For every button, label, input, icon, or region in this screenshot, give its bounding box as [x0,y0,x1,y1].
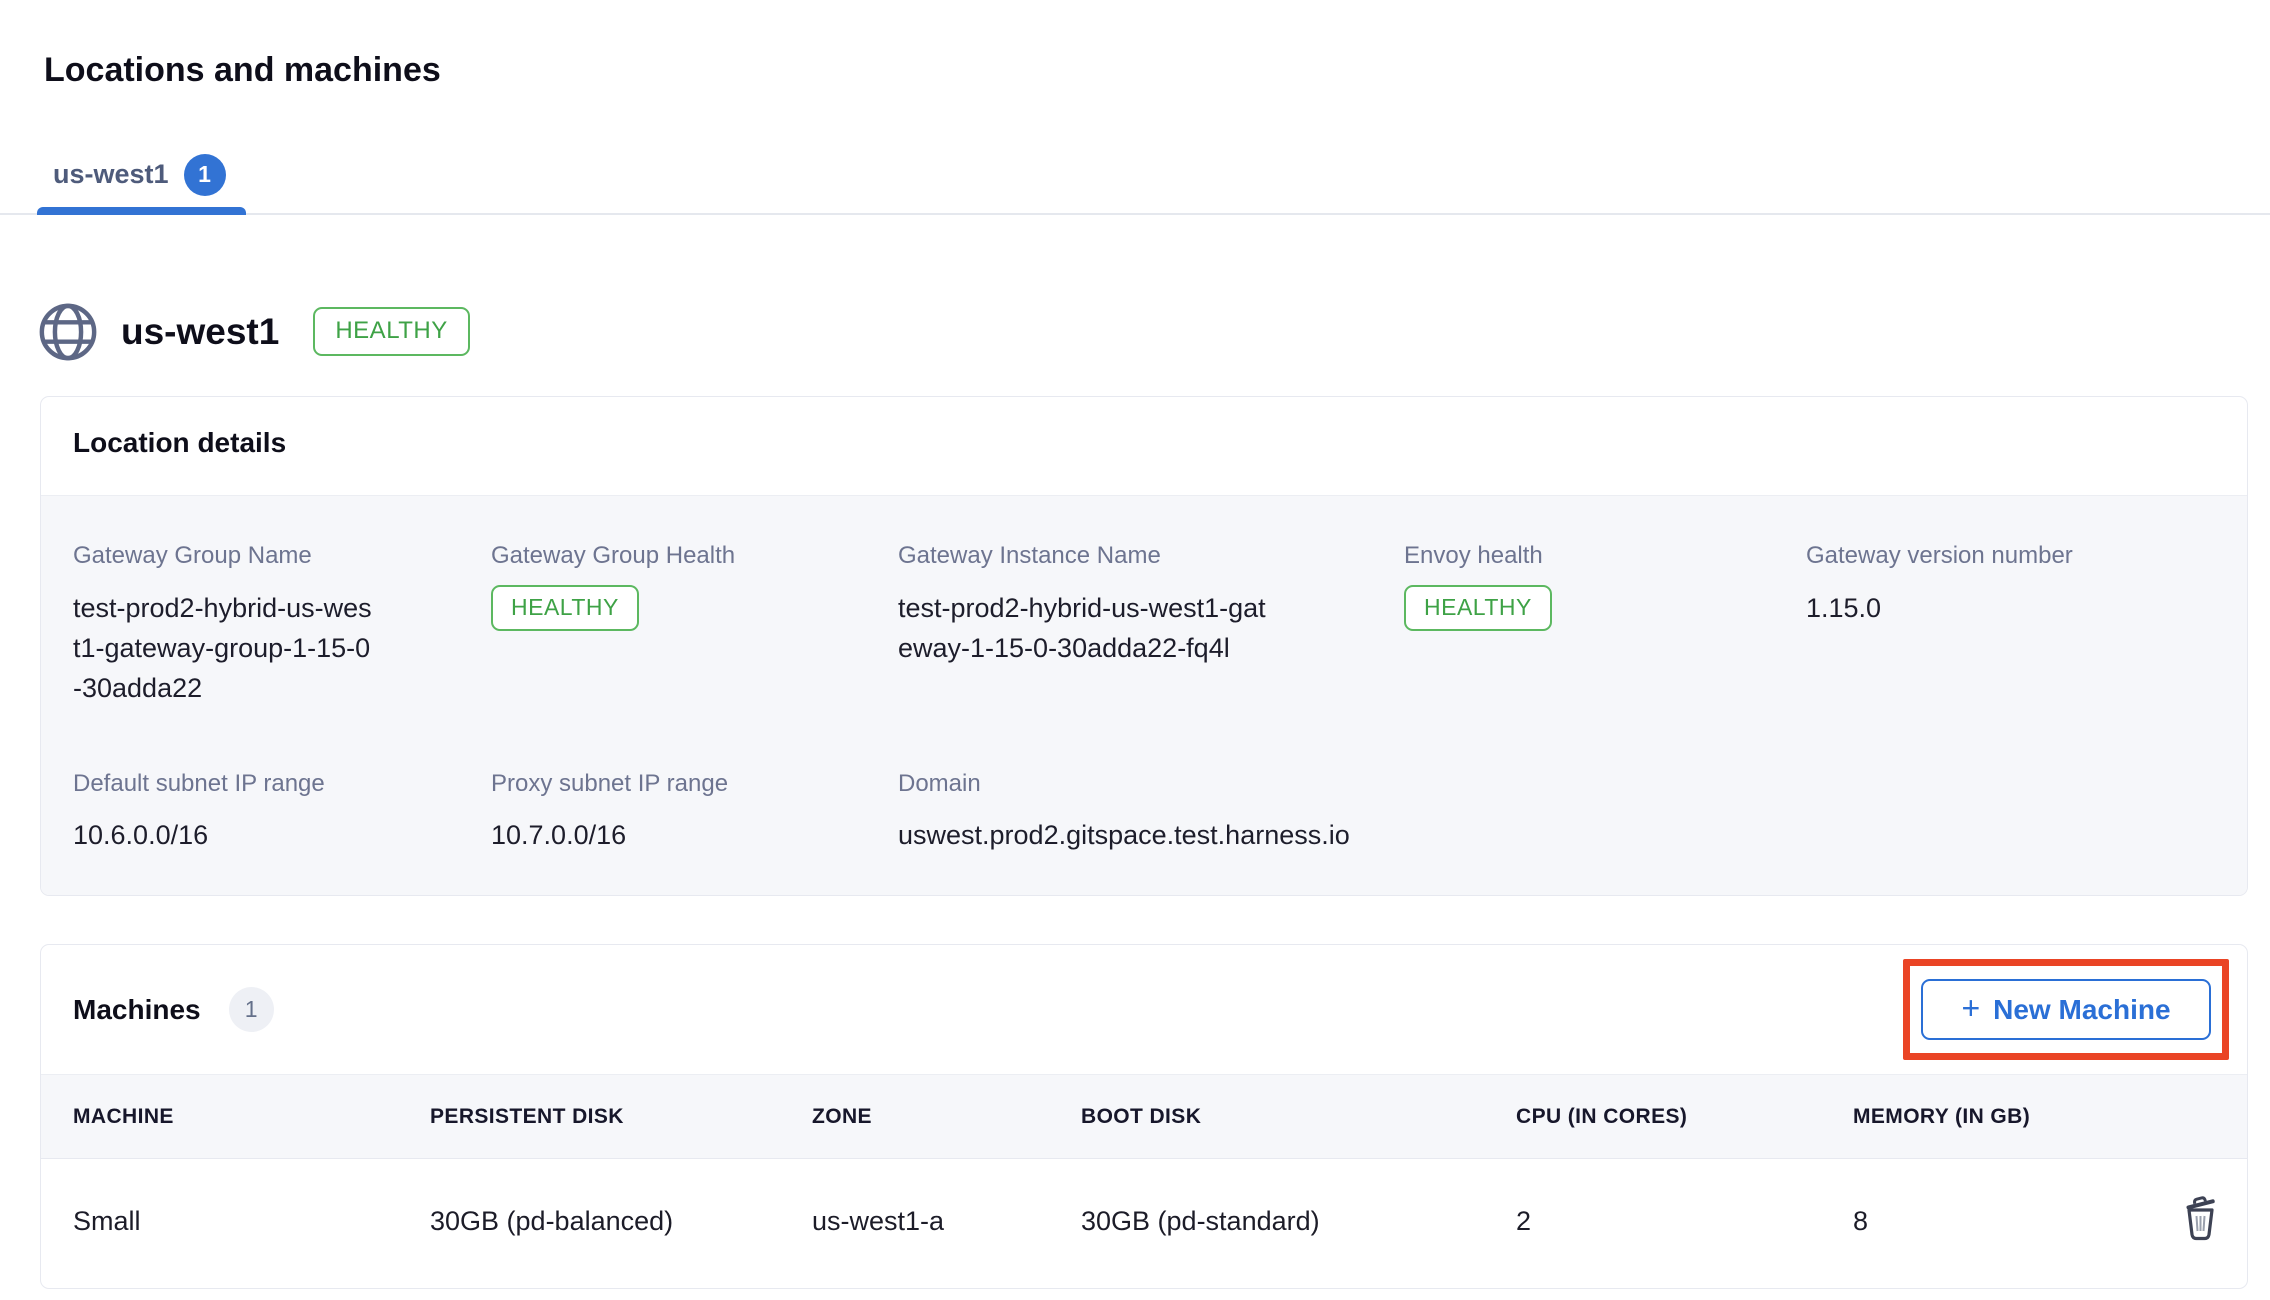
field-gateway-group-health: Gateway Group Health HEALTHY [491,542,898,708]
field-domain: Domain uswest.prod2.gitspace.test.harnes… [898,770,2215,856]
field-label: Gateway Group Name [73,542,491,571]
annotation-highlight: + New Machine [1903,959,2229,1060]
location-details-card: Location details Gateway Group Name test… [40,396,2248,897]
field-gateway-group-name: Gateway Group Name test-prod2-hybrid-us-… [73,542,491,708]
tab-us-west1[interactable]: us-west1 1 [37,154,246,213]
machines-count-badge: 1 [229,987,274,1032]
field-value: 10.7.0.0/16 [491,815,898,855]
envoy-health-badge: HEALTHY [1404,585,1552,631]
delete-machine-button[interactable] [2180,1195,2221,1241]
trash-icon [2180,1195,2221,1241]
machines-table: MACHINE PERSISTENT DISK ZONE BOOT DISK C… [41,1074,2247,1288]
machines-table-header-row: MACHINE PERSISTENT DISK ZONE BOOT DISK C… [41,1075,2247,1159]
column-header-cpu: CPU (IN CORES) [1516,1075,1853,1159]
field-value: 10.6.0.0/16 [73,815,491,855]
field-label: Gateway Instance Name [898,542,1404,571]
active-tab-indicator [37,207,246,215]
cell-zone: us-west1-a [812,1159,1081,1289]
field-default-subnet: Default subnet IP range 10.6.0.0/16 [73,770,491,856]
field-label: Default subnet IP range [73,770,491,799]
field-value: 1.15.0 [1806,588,2215,628]
field-proxy-subnet: Proxy subnet IP range 10.7.0.0/16 [491,770,898,856]
field-gateway-instance-name: Gateway Instance Name test-prod2-hybrid-… [898,542,1404,708]
field-label: Proxy subnet IP range [491,770,898,799]
field-value: test-prod2-hybrid-us-west1-gateway-1-15-… [898,588,1276,668]
location-name: us-west1 [121,311,279,353]
table-row: Small 30GB (pd-balanced) us-west1-a 30GB… [41,1159,2247,1289]
field-label: Domain [898,770,2215,799]
locations-and-machines-page: Locations and machines us-west1 1 us-wes… [0,0,2270,1300]
field-label: Gateway version number [1806,542,2215,571]
page-title: Locations and machines [0,0,2270,91]
machines-card: Machines 1 + New Machine MACHINE PERSIST… [40,944,2248,1289]
column-header-memory: MEMORY (IN GB) [1853,1075,2173,1159]
cell-machine: Small [41,1159,430,1289]
location-details-title: Location details [73,427,286,458]
cell-boot-disk: 30GB (pd-standard) [1081,1159,1516,1289]
column-header-actions [2173,1075,2247,1159]
column-header-zone: ZONE [812,1075,1081,1159]
cell-persistent-disk: 30GB (pd-balanced) [430,1159,812,1289]
field-value: test-prod2-hybrid-us-west1-gateway-group… [73,588,378,708]
tab-count-badge: 1 [184,154,226,196]
column-header-persistent-disk: PERSISTENT DISK [430,1075,812,1159]
cell-cpu: 2 [1516,1159,1853,1289]
new-machine-button-label: New Machine [1993,994,2170,1026]
location-details-card-header: Location details [41,397,2247,495]
column-header-boot-disk: BOOT DISK [1081,1075,1516,1159]
column-header-machine: MACHINE [41,1075,430,1159]
machines-title: Machines [73,994,201,1026]
field-envoy-health: Envoy health HEALTHY [1404,542,1806,708]
cell-memory: 8 [1853,1159,2173,1289]
gateway-group-health-badge: HEALTHY [491,585,639,631]
plus-icon: + [1961,992,1980,1024]
machines-card-header: Machines 1 + New Machine [41,945,2247,1074]
tab-label: us-west1 [53,159,169,190]
location-details-body: Gateway Group Name test-prod2-hybrid-us-… [41,495,2247,896]
location-health-badge: HEALTHY [313,307,469,356]
field-value: uswest.prod2.gitspace.test.harness.io [898,815,2215,855]
location-tabs-bar: us-west1 1 [0,154,2270,215]
location-details-grid: Gateway Group Name test-prod2-hybrid-us-… [73,542,2215,856]
field-label: Envoy health [1404,542,1806,571]
machines-title-wrap: Machines 1 [73,987,274,1032]
field-gateway-version: Gateway version number 1.15.0 [1806,542,2215,708]
globe-icon [37,301,99,363]
new-machine-button[interactable]: + New Machine [1921,979,2211,1040]
field-label: Gateway Group Health [491,542,898,571]
location-header: us-west1 HEALTHY [37,301,2270,363]
